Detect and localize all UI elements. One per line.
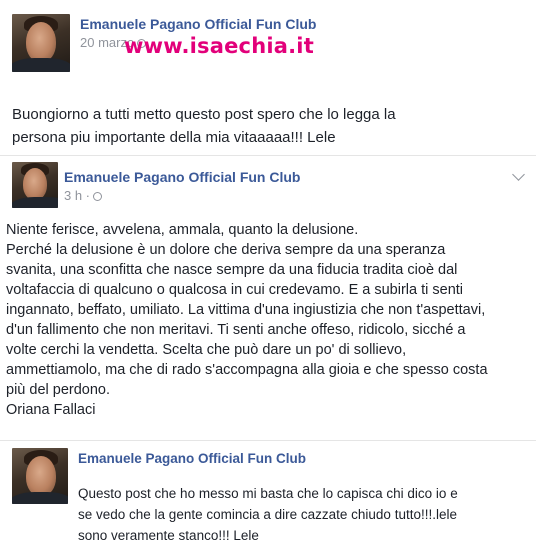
- divider: [0, 155, 536, 156]
- post-timestamp[interactable]: 3 h ·: [64, 188, 103, 203]
- divider: [0, 440, 536, 441]
- avatar-face: [26, 456, 56, 496]
- avatar-face: [26, 22, 56, 62]
- globe-icon: [93, 192, 103, 201]
- watermark: www.isaechia.it: [124, 34, 314, 58]
- chevron-down-icon[interactable]: [512, 168, 525, 181]
- avatar-shoulder: [12, 58, 70, 72]
- author-name[interactable]: Emanuele Pagano Official Fun Club: [64, 169, 300, 185]
- avatar-shoulder: [12, 492, 68, 504]
- post-body: Niente ferisce, avvelena, ammala, quanto…: [6, 222, 488, 418]
- avatar[interactable]: [12, 14, 70, 72]
- author-name[interactable]: Emanuele Pagano Official Fun Club: [78, 451, 306, 466]
- author-name[interactable]: Emanuele Pagano Official Fun Club: [80, 16, 316, 32]
- avatar-shoulder: [12, 197, 58, 208]
- avatar[interactable]: [12, 162, 58, 208]
- avatar-face: [23, 168, 47, 200]
- avatar[interactable]: [12, 448, 68, 504]
- post-body: Buongiorno a tutti metto questo post spe…: [12, 106, 396, 146]
- post-body: Questo post che ho messo mi basta che lo…: [78, 486, 458, 543]
- timestamp-text: 3 h ·: [64, 188, 91, 203]
